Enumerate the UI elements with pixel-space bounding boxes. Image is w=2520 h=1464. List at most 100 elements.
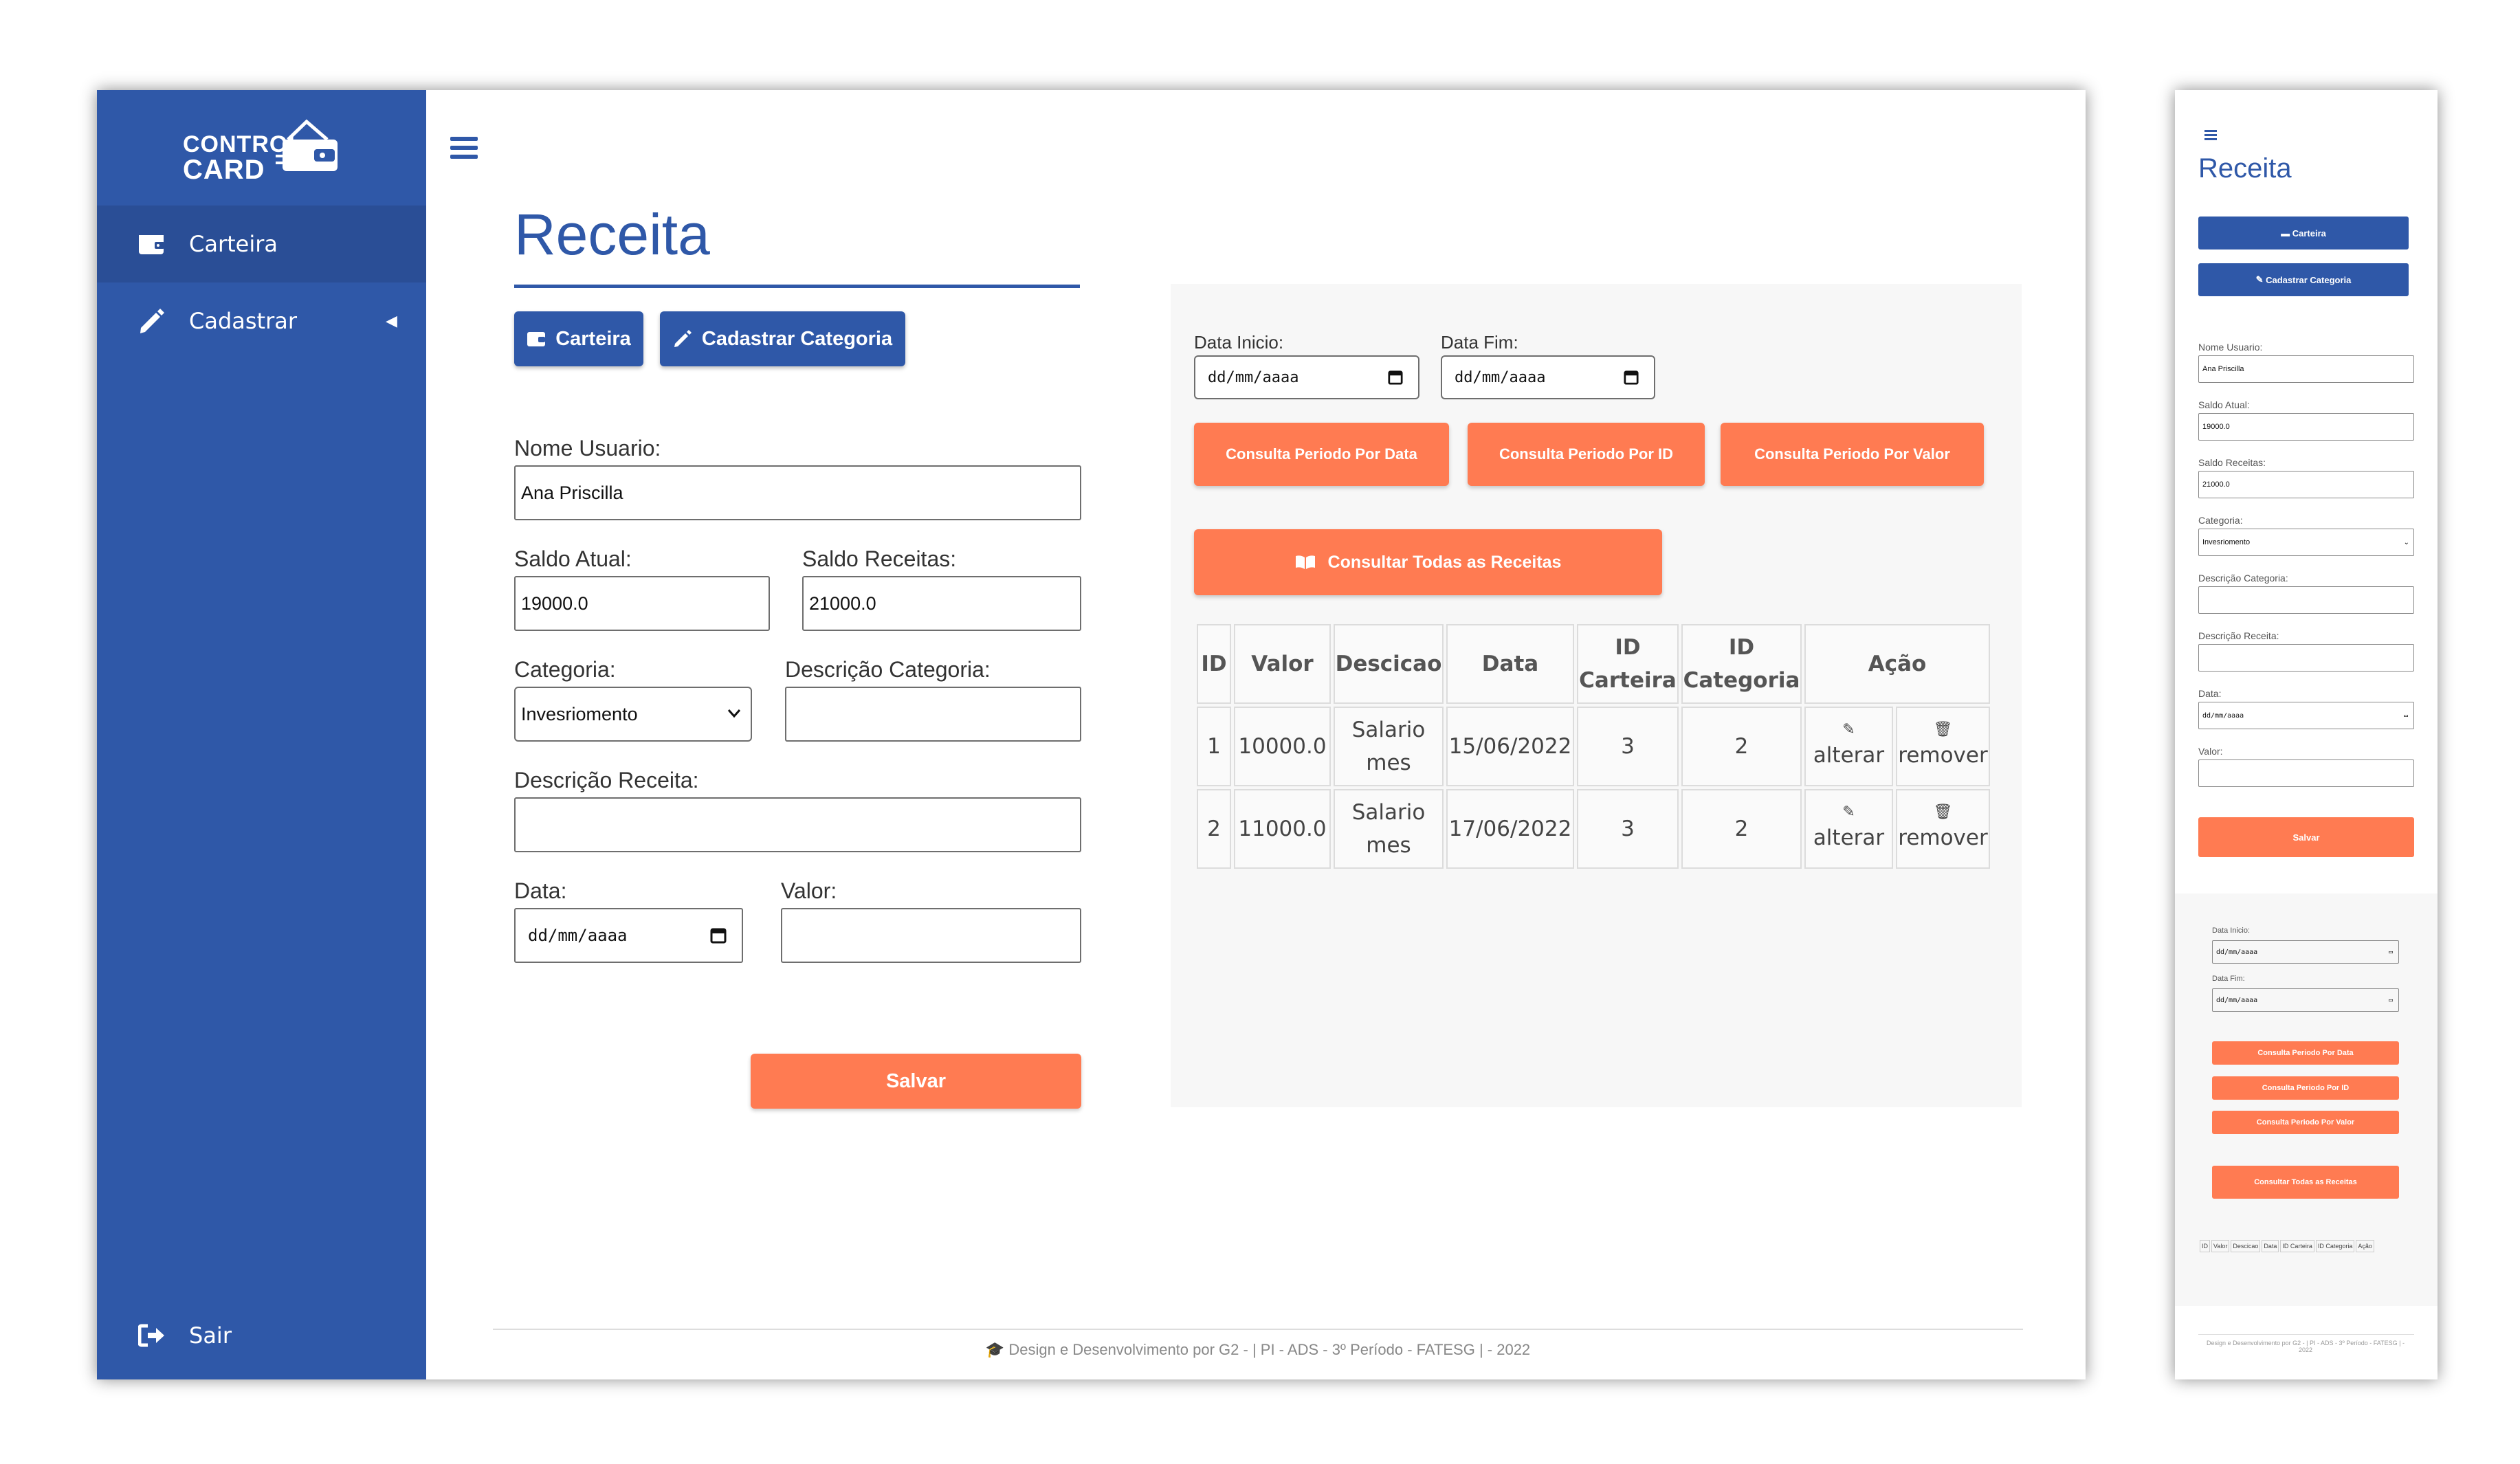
nome-usuario-label: Nome Usuario: bbox=[514, 436, 661, 461]
mobile-header-id-categoria: ID Categoria bbox=[2315, 1240, 2355, 1252]
receitas-table: ID Valor Descicao Data ID Carteira ID Ca… bbox=[1194, 621, 1993, 872]
cell-data: 15/06/2022 bbox=[1446, 707, 1574, 786]
mobile-saldo-receitas-input[interactable]: 21000.0 bbox=[2198, 471, 2414, 498]
data-inicio-input[interactable]: dd/mm/aaaa bbox=[1194, 355, 1419, 399]
table-header-row: ID Valor Descicao Data ID Carteira ID Ca… bbox=[1197, 624, 1990, 704]
mobile-carteira-button[interactable]: ▬ Carteira bbox=[2198, 217, 2409, 249]
remover-button[interactable]: 🗑 remover bbox=[1895, 707, 1990, 786]
mobile-header-valor: Valor bbox=[2211, 1240, 2230, 1252]
mobile-nome-input[interactable]: Ana Priscilla bbox=[2198, 355, 2414, 383]
footer-divider bbox=[493, 1329, 2023, 1330]
consulta-periodo-id-button[interactable]: Consulta Periodo Por ID bbox=[1468, 423, 1705, 486]
remover-label: remover bbox=[1898, 743, 1988, 768]
cell-id: 2 bbox=[1197, 789, 1231, 869]
alterar-label: alterar bbox=[1813, 743, 1885, 768]
mobile-header-descicao: Descicao bbox=[2231, 1240, 2261, 1252]
alterar-button[interactable]: ✎ alterar bbox=[1804, 707, 1893, 786]
mobile-cadastrar-label: Cadastrar Categoria bbox=[2266, 274, 2352, 285]
header-id: ID bbox=[1197, 624, 1231, 704]
valor-label: Valor: bbox=[781, 878, 837, 903]
calendar-icon[interactable] bbox=[1624, 370, 1639, 385]
mobile-data-inicio-placeholder: dd/mm/aaaa bbox=[2216, 948, 2258, 956]
pencil-icon: ✎ bbox=[1842, 803, 1855, 821]
cadastrar-categoria-label: Cadastrar Categoria bbox=[701, 327, 893, 350]
mobile-window: Receita ▬ Carteira ✎ Cadastrar Categoria… bbox=[2175, 90, 2438, 1379]
chevron-left-icon: ◀ bbox=[386, 312, 397, 330]
data-fim-input[interactable]: dd/mm/aaaa bbox=[1441, 355, 1655, 399]
consulta-id-label: Consulta Periodo Por ID bbox=[1499, 445, 1674, 463]
cell-id-carteira: 3 bbox=[1577, 707, 1679, 786]
pencil-icon bbox=[140, 309, 164, 333]
data-placeholder: dd/mm/aaaa bbox=[528, 926, 628, 945]
data-fim-placeholder: dd/mm/aaaa bbox=[1455, 368, 1546, 386]
mobile-consulta-data-button[interactable]: Consulta Periodo Por Data bbox=[2212, 1041, 2399, 1065]
valor-input[interactable] bbox=[781, 908, 1081, 963]
calendar-icon[interactable] bbox=[1388, 370, 1403, 385]
mobile-valor-input[interactable] bbox=[2198, 759, 2414, 787]
mobile-data-fim-input[interactable]: dd/mm/aaaa ▭ bbox=[2212, 988, 2399, 1012]
footer: 🎓 Design e Desenvolvimento por G2 - | PI… bbox=[493, 1341, 2023, 1359]
data-input[interactable]: dd/mm/aaaa bbox=[514, 908, 743, 963]
mobile-cadastrar-categoria-button[interactable]: ✎ Cadastrar Categoria bbox=[2198, 263, 2409, 296]
mobile-data-input[interactable]: dd/mm/aaaa ▭ bbox=[2198, 702, 2414, 729]
mobile-data-placeholder: dd/mm/aaaa bbox=[2202, 711, 2244, 720]
table-row: 2 11000.0 Salario mes 17/06/2022 3 2 ✎ al… bbox=[1197, 789, 1990, 869]
mobile-data-inicio-label: Data Inicio: bbox=[2212, 927, 2251, 935]
remover-label: remover bbox=[1898, 825, 1988, 850]
mobile-saldo-atual-input[interactable]: 19000.0 bbox=[2198, 413, 2414, 441]
graduation-cap-icon: 🎓 bbox=[985, 1341, 1005, 1358]
footer-text: Design e Desenvolvimento por G2 - | PI -… bbox=[1008, 1341, 1531, 1358]
categoria-select[interactable]: Invesriomento bbox=[514, 687, 752, 742]
mobile-footer: Design e Desenvolvimento por G2 - | PI -… bbox=[2207, 1340, 2405, 1353]
consulta-data-label: Consulta Periodo Por Data bbox=[1226, 445, 1417, 463]
mobile-salvar-button[interactable]: Salvar bbox=[2198, 817, 2414, 857]
mobile-data-inicio-input[interactable]: dd/mm/aaaa ▭ bbox=[2212, 940, 2399, 964]
carteira-button[interactable]: Carteira bbox=[514, 311, 643, 366]
consulta-periodo-data-button[interactable]: Consulta Periodo Por Data bbox=[1194, 423, 1449, 486]
descricao-categoria-input[interactable] bbox=[785, 687, 1081, 742]
menu-toggle-icon[interactable] bbox=[2204, 130, 2217, 142]
mobile-consultar-todas-button[interactable]: Consultar Todas as Receitas bbox=[2212, 1166, 2399, 1199]
alterar-button[interactable]: ✎ alterar bbox=[1804, 789, 1893, 869]
wallet-icon bbox=[139, 235, 164, 254]
cell-id-categoria: 2 bbox=[1681, 707, 1802, 786]
header-acao: Ação bbox=[1804, 624, 1990, 704]
mobile-desc-receita-input[interactable] bbox=[2198, 644, 2414, 672]
logout-button[interactable]: Sair bbox=[97, 1297, 426, 1374]
mobile-valor-label: Valor: bbox=[2198, 746, 2223, 757]
mobile-footer-divider bbox=[2198, 1334, 2414, 1335]
calendar-icon[interactable]: ▭ bbox=[2404, 712, 2408, 720]
mobile-categoria-label: Categoria: bbox=[2198, 515, 2243, 526]
consultar-todas-button[interactable]: Consultar Todas as Receitas bbox=[1194, 529, 1662, 595]
calendar-icon[interactable] bbox=[710, 927, 727, 944]
title-divider bbox=[514, 285, 1080, 288]
sidebar-item-cadastrar[interactable]: Cadastrar ◀ bbox=[97, 282, 426, 359]
remover-button[interactable]: 🗑 remover bbox=[1895, 789, 1990, 869]
calendar-icon[interactable]: ▭ bbox=[2389, 997, 2393, 1004]
book-open-icon bbox=[1295, 555, 1315, 569]
mobile-categoria-select[interactable]: Invesriomento ⌄ bbox=[2198, 529, 2414, 556]
cell-descicao: Salario mes bbox=[1334, 707, 1444, 786]
app-logo[interactable]: CONTROL CARD bbox=[183, 119, 341, 184]
nome-usuario-input[interactable]: Ana Priscilla bbox=[514, 465, 1081, 520]
saldo-atual-input[interactable]: 19000.0 bbox=[514, 576, 770, 631]
cadastrar-categoria-button[interactable]: Cadastrar Categoria bbox=[660, 311, 905, 366]
categoria-label: Categoria: bbox=[514, 657, 616, 682]
descricao-receita-input[interactable] bbox=[514, 797, 1081, 852]
mobile-desc-categoria-input[interactable] bbox=[2198, 586, 2414, 614]
saldo-receitas-input[interactable]: 21000.0 bbox=[802, 576, 1081, 631]
mobile-consulta-valor-button[interactable]: Consulta Periodo Por Valor bbox=[2212, 1111, 2399, 1134]
pencil-icon: ✎ bbox=[2255, 274, 2266, 285]
carteira-button-label: Carteira bbox=[555, 327, 631, 350]
calendar-icon[interactable]: ▭ bbox=[2389, 949, 2393, 956]
consulta-periodo-valor-button[interactable]: Consulta Periodo Por Valor bbox=[1721, 423, 1984, 486]
header-data: Data bbox=[1446, 624, 1574, 704]
mobile-consulta-id-button[interactable]: Consulta Periodo Por ID bbox=[2212, 1076, 2399, 1100]
sign-out-icon bbox=[138, 1324, 164, 1347]
salvar-button[interactable]: Salvar bbox=[751, 1054, 1081, 1109]
mobile-header-id-carteira: ID Carteira bbox=[2280, 1240, 2314, 1252]
descricao-receita-label: Descrição Receita: bbox=[514, 768, 699, 792]
menu-toggle-icon[interactable] bbox=[450, 137, 478, 162]
sidebar-item-carteira[interactable]: Carteira bbox=[97, 206, 426, 282]
pencil-icon: ✎ bbox=[1842, 721, 1855, 738]
